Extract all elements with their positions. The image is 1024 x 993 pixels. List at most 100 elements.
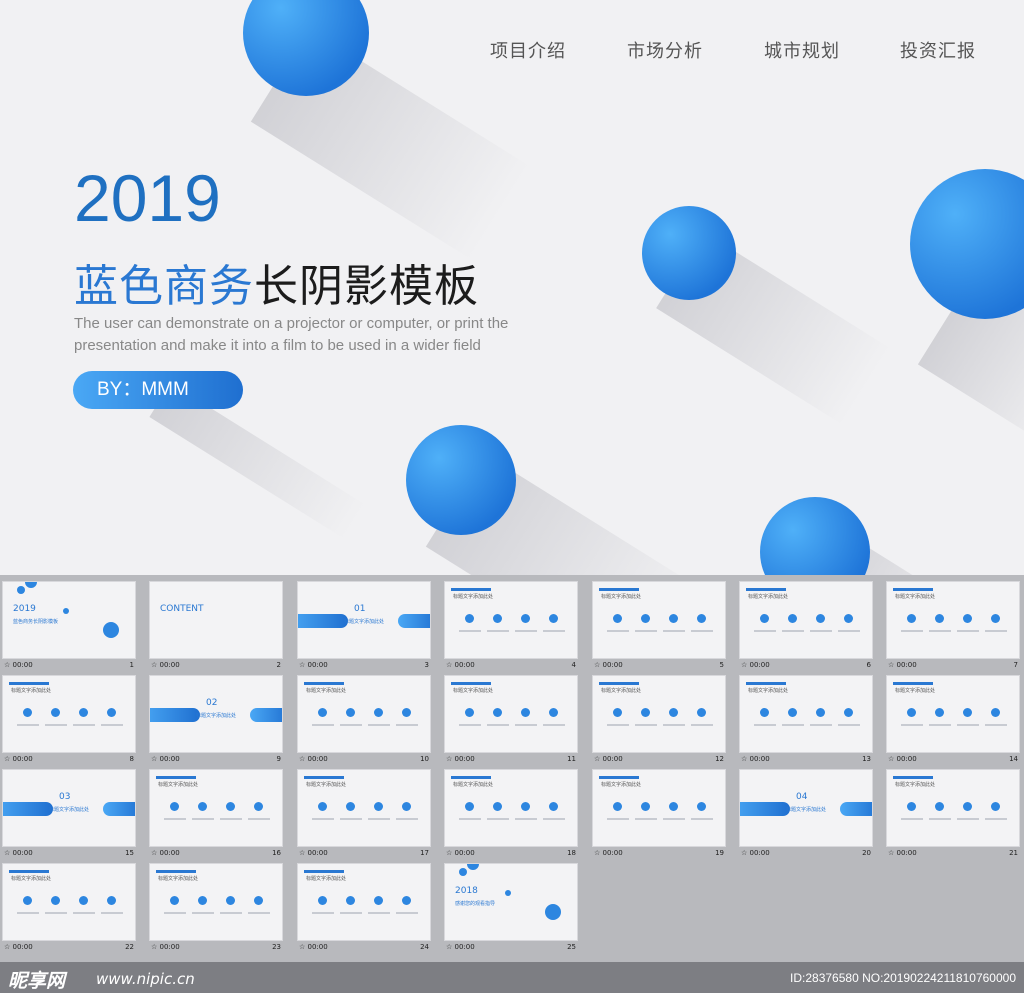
slide-thumbnail[interactable]: 标题文字添加此处: [444, 675, 578, 753]
slide-time: ☆ 00:00: [4, 661, 33, 669]
icon-dot: [549, 802, 558, 811]
slide-time: ☆ 00:00: [594, 661, 623, 669]
slide-number: 5: [719, 661, 724, 669]
author-button[interactable]: BY：MMM: [73, 371, 243, 409]
icon-dot: [254, 896, 263, 905]
icon-dot: [465, 708, 474, 717]
text-line: [220, 912, 242, 914]
icon-dot: [23, 896, 32, 905]
blue-circle: [103, 622, 119, 638]
text-line: [663, 818, 685, 820]
thumbnail-subtitle: 蓝色商务长阴影模板: [13, 619, 59, 625]
icon-dot: [963, 708, 972, 717]
slide-thumbnail[interactable]: 01 标题文字添加此处: [297, 581, 431, 659]
slide-thumbnail[interactable]: 标题文字添加此处: [2, 863, 136, 941]
text-line: [929, 724, 951, 726]
text-line: [810, 724, 832, 726]
icon-dot: [669, 614, 678, 623]
slide-thumbnail[interactable]: 标题文字添加此处: [297, 769, 431, 847]
thumbnail-title-bar: [451, 682, 491, 685]
slide-thumbnail[interactable]: 标题文字添加此处: [886, 581, 1020, 659]
icon-dot: [402, 708, 411, 717]
text-line: [543, 724, 565, 726]
slide-thumbnail[interactable]: 标题文字添加此处: [592, 675, 726, 753]
slide-thumbnail[interactable]: 04 标题文字添加此处: [739, 769, 873, 847]
watermark-url: www.nipic.cn: [96, 970, 195, 988]
thumbnail-title-bar: [893, 682, 933, 685]
icon-dot: [254, 802, 263, 811]
slide-number: 11: [567, 755, 576, 763]
slide-thumbnail[interactable]: 标题文字添加此处: [297, 675, 431, 753]
thumbnail-label: CONTENT: [160, 604, 204, 614]
text-line: [901, 818, 923, 820]
text-line: [957, 630, 979, 632]
icon-dot: [613, 802, 622, 811]
slide-thumbnail[interactable]: 标题文字添加此处: [297, 863, 431, 941]
text-line: [312, 818, 334, 820]
icon-dot: [907, 614, 916, 623]
slide-time: ☆ 00:00: [446, 943, 475, 951]
text-line: [45, 912, 67, 914]
thumbnail-subtitle: 感谢您的观看指导: [455, 901, 496, 907]
slide-thumbnail[interactable]: 标题文字添加此处: [592, 581, 726, 659]
slide-time: ☆ 00:00: [151, 661, 180, 669]
nav-item-project[interactable]: 项目介绍: [490, 37, 566, 63]
slide-time: ☆ 00:00: [299, 661, 328, 669]
slide-number: 16: [272, 849, 281, 857]
slide-thumbnail[interactable]: 标题文字添加此处: [444, 581, 578, 659]
slide-thumbnail[interactable]: 02 标题文字添加此处: [149, 675, 283, 753]
thumbnail-subtitle: 标题文字添加此处: [196, 713, 237, 719]
text-line: [663, 630, 685, 632]
slide-thumbnail[interactable]: 标题文字添加此处: [886, 769, 1020, 847]
slide-time: ☆ 00:00: [741, 849, 770, 857]
slide-number: 15: [125, 849, 134, 857]
slide-number: 3: [424, 661, 429, 669]
hero-subtitle: The user can demonstrate on a projector …: [74, 313, 594, 357]
slide-time: ☆ 00:00: [151, 755, 180, 763]
icon-dot: [844, 708, 853, 717]
thumbnail-subtitle: 标题文字添加此处: [158, 876, 199, 882]
text-line: [164, 818, 186, 820]
slide-thumbnail[interactable]: 标题文字添加此处: [149, 863, 283, 941]
text-line: [929, 630, 951, 632]
slide-time: ☆ 00:00: [594, 755, 623, 763]
watermark-id: ID:28376580 NO:20190224211810760000: [790, 971, 1016, 985]
slide-time: ☆ 00:00: [4, 849, 33, 857]
thumbnail-subtitle: 标题文字添加此处: [748, 594, 789, 600]
icon-dot: [935, 708, 944, 717]
slide-thumbnail[interactable]: 2018 感谢您的观看指导: [444, 863, 578, 941]
slide-thumbnail[interactable]: 2019 蓝色商务长阴影模板: [2, 581, 136, 659]
section-bar: [840, 802, 872, 816]
slide-thumbnail[interactable]: 标题文字添加此处: [886, 675, 1020, 753]
icon-dot: [346, 802, 355, 811]
thumbnail-title-bar: [304, 682, 344, 685]
thumbnail-title-bar: [599, 776, 639, 779]
slide-thumbnail[interactable]: 标题文字添加此处: [739, 675, 873, 753]
slide-thumbnail[interactable]: 标题文字添加此处: [149, 769, 283, 847]
icon-dot: [79, 896, 88, 905]
icon-dot: [816, 708, 825, 717]
slide-thumbnail[interactable]: 03 标题文字添加此处: [2, 769, 136, 847]
icon-dot: [51, 708, 60, 717]
nav-item-market[interactable]: 市场分析: [627, 37, 703, 63]
thumbnail-title-bar: [451, 588, 491, 591]
slide-number: 19: [715, 849, 724, 857]
slide-thumbnail[interactable]: CONTENT: [149, 581, 283, 659]
slide-thumbnail[interactable]: 标题文字添加此处: [2, 675, 136, 753]
nav-item-city[interactable]: 城市规划: [764, 37, 840, 63]
thumbnail-subtitle: 标题文字添加此处: [895, 782, 936, 788]
thumbnail-label: 2018: [455, 886, 478, 896]
blue-circle: [459, 868, 467, 876]
text-line: [164, 912, 186, 914]
nav-item-invest[interactable]: 投资汇报: [900, 37, 976, 63]
text-line: [635, 818, 657, 820]
slide-thumbnail[interactable]: 标题文字添加此处: [444, 769, 578, 847]
hero-subtitle-line: presentation and make it into a film to …: [74, 337, 481, 354]
section-bar: [103, 802, 135, 816]
slide-number: 9: [276, 755, 281, 763]
thumbnail-title-bar: [599, 588, 639, 591]
slide-thumbnail[interactable]: 标题文字添加此处: [592, 769, 726, 847]
thumbnail-subtitle: 标题文字添加此处: [601, 594, 642, 600]
thumbnail-subtitle: 标题文字添加此处: [895, 594, 936, 600]
slide-thumbnail[interactable]: 标题文字添加此处: [739, 581, 873, 659]
